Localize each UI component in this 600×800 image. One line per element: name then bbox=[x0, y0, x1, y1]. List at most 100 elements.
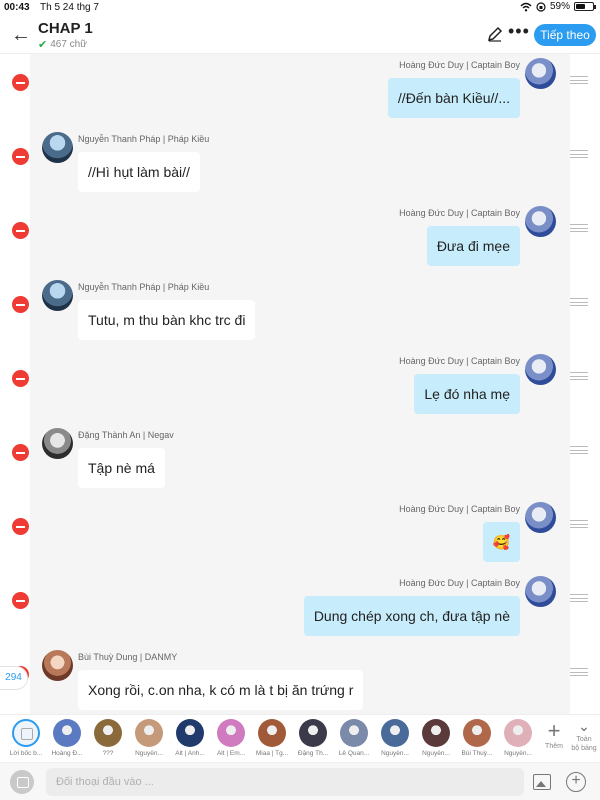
character-item[interactable]: Miaa | Tg... bbox=[252, 719, 292, 757]
character-name: Nguyễn... bbox=[422, 750, 450, 757]
avatar[interactable] bbox=[42, 132, 73, 163]
arrow-left-icon[interactable]: ← bbox=[10, 24, 32, 46]
battery-icon bbox=[574, 2, 596, 11]
character-name: Bùi Thuỳ... bbox=[461, 750, 493, 757]
character-item[interactable]: ??? bbox=[88, 719, 128, 757]
character-item[interactable]: Nguyễn... bbox=[129, 719, 169, 757]
sender-name: Nguyễn Thanh Pháp | Pháp Kiều bbox=[78, 282, 210, 292]
input-bar: + bbox=[0, 762, 600, 800]
drag-handle[interactable] bbox=[570, 372, 588, 380]
character-name: ??? bbox=[102, 750, 114, 757]
add-character-button[interactable]: + Thêm bbox=[542, 718, 566, 751]
character-name: Nguyễn... bbox=[504, 750, 532, 757]
status-right: 59% bbox=[520, 1, 596, 12]
avatar bbox=[381, 719, 409, 747]
avatar[interactable] bbox=[525, 354, 556, 385]
delete-message-button[interactable] bbox=[12, 518, 29, 535]
avatar bbox=[12, 719, 40, 747]
character-item[interactable]: Alt | Em... bbox=[211, 719, 251, 757]
delete-message-button[interactable] bbox=[12, 592, 29, 609]
drag-handle[interactable] bbox=[570, 76, 588, 84]
add-character-label: Thêm bbox=[545, 743, 563, 750]
character-narrator[interactable]: Lời bốc b... bbox=[6, 719, 46, 757]
header: ← CHAP 1 ✔ 467 chữ ••• Tiếp theo bbox=[0, 16, 600, 54]
show-all-toggle[interactable]: ⌄ Toàn bộ bảng bbox=[568, 717, 600, 753]
delete-message-button[interactable] bbox=[12, 74, 29, 91]
drag-handle[interactable] bbox=[570, 224, 588, 232]
avatar bbox=[504, 719, 532, 747]
avatar bbox=[258, 719, 286, 747]
delete-message-button[interactable] bbox=[12, 444, 29, 461]
pencil-icon[interactable] bbox=[486, 25, 504, 43]
character-strip: Lời bốc b... Hoàng Đ...??? Nguyễn... Alt | … bbox=[0, 714, 600, 762]
drag-handle[interactable] bbox=[570, 668, 588, 676]
image-icon[interactable] bbox=[533, 774, 551, 790]
message-bubble[interactable]: Đưa đi mẹe bbox=[426, 226, 520, 266]
show-all-label-1: Toàn bbox=[576, 736, 592, 743]
avatar[interactable] bbox=[525, 206, 556, 237]
avatar[interactable] bbox=[42, 428, 73, 459]
drag-handle[interactable] bbox=[570, 520, 588, 528]
drag-handle[interactable] bbox=[570, 594, 588, 602]
chapter-title: CHAP 1 bbox=[38, 20, 93, 37]
character-item[interactable]: Nguyễn... bbox=[416, 719, 456, 757]
avatar bbox=[94, 719, 122, 747]
battery-percent: 59% bbox=[549, 1, 570, 12]
character-item[interactable]: Alt | Anh... bbox=[170, 719, 210, 757]
character-item[interactable]: Lê Quan... bbox=[334, 719, 374, 757]
add-circle-icon[interactable]: + bbox=[566, 772, 586, 792]
delete-message-button[interactable] bbox=[12, 296, 29, 313]
character-name: Nguyễn... bbox=[135, 750, 163, 757]
drag-handle[interactable] bbox=[570, 298, 588, 306]
avatar[interactable] bbox=[42, 280, 73, 311]
avatar[interactable] bbox=[42, 650, 73, 681]
character-item[interactable]: Đặng Th... bbox=[293, 719, 333, 757]
sender-name: Bùi Thuỳ Dung | DANMY bbox=[78, 652, 178, 662]
character-item[interactable]: Nguyễn... bbox=[375, 719, 415, 757]
chat-bubble-icon[interactable] bbox=[10, 770, 34, 794]
drag-handle[interactable] bbox=[570, 150, 588, 158]
sender-name: Nguyễn Thanh Pháp | Pháp Kiều bbox=[78, 134, 210, 144]
character-name: Nguyễn... bbox=[381, 750, 409, 757]
avatar[interactable] bbox=[525, 58, 556, 89]
avatar bbox=[135, 719, 163, 747]
delete-message-button[interactable] bbox=[12, 222, 29, 239]
character-name: Hoàng Đ... bbox=[51, 750, 83, 757]
message-bubble[interactable]: //Hì hụt làm bài// bbox=[78, 152, 200, 192]
avatar[interactable] bbox=[525, 502, 556, 533]
sender-name: Hoàng Đức Duy | Captain Boy bbox=[399, 208, 520, 218]
dialogue-input[interactable] bbox=[46, 768, 524, 796]
character-name: Lời bốc b... bbox=[9, 750, 43, 757]
character-name: Alt | Anh... bbox=[175, 750, 205, 757]
drag-handle[interactable] bbox=[570, 446, 588, 454]
check-icon: ✔ bbox=[38, 39, 48, 51]
delete-message-button[interactable] bbox=[12, 148, 29, 165]
message-bubble[interactable]: //Đến bàn Kiều//... bbox=[387, 78, 520, 118]
chat-area[interactable]: Hoàng Đức Duy | Captain Boy //Đến bàn Kiề… bbox=[0, 54, 600, 714]
orientation-lock-icon bbox=[536, 1, 546, 12]
plus-icon: + bbox=[547, 718, 561, 743]
word-count: ✔ 467 chữ bbox=[38, 38, 87, 51]
avatar[interactable] bbox=[525, 576, 556, 607]
avatar bbox=[422, 719, 450, 747]
sender-name: Hoàng Đức Duy | Captain Boy bbox=[399, 356, 520, 366]
message-bubble[interactable]: Dung chép xong ch, đưa tập nè bbox=[303, 596, 520, 636]
chevron-down-icon: ⌄ bbox=[578, 718, 590, 734]
character-item[interactable]: Nguyễn... bbox=[498, 719, 538, 757]
next-chapter-button[interactable]: Tiếp theo bbox=[534, 24, 596, 46]
character-item[interactable]: Bùi Thuỳ... bbox=[457, 719, 497, 757]
avatar bbox=[53, 719, 81, 747]
message-bubble[interactable]: Xong rồi, c.on nha, k có m là t bị ăn tr… bbox=[78, 670, 364, 710]
wifi-icon bbox=[520, 2, 532, 11]
word-count-label: 467 chữ bbox=[50, 39, 87, 50]
message-count-badge[interactable]: 294 bbox=[0, 666, 28, 690]
more-icon[interactable]: ••• bbox=[508, 22, 529, 44]
message-bubble[interactable]: Lẹ đó nha mẹ bbox=[414, 374, 520, 414]
avatar bbox=[217, 719, 245, 747]
message-bubble[interactable]: 🥰 bbox=[482, 522, 520, 562]
delete-message-button[interactable] bbox=[12, 370, 29, 387]
message-bubble[interactable]: Tutu, m thu bàn khc trc đi bbox=[78, 300, 256, 340]
character-item[interactable]: Hoàng Đ... bbox=[47, 719, 87, 757]
character-name: Lê Quan... bbox=[338, 750, 370, 757]
message-bubble[interactable]: Tập nè má bbox=[78, 448, 165, 488]
